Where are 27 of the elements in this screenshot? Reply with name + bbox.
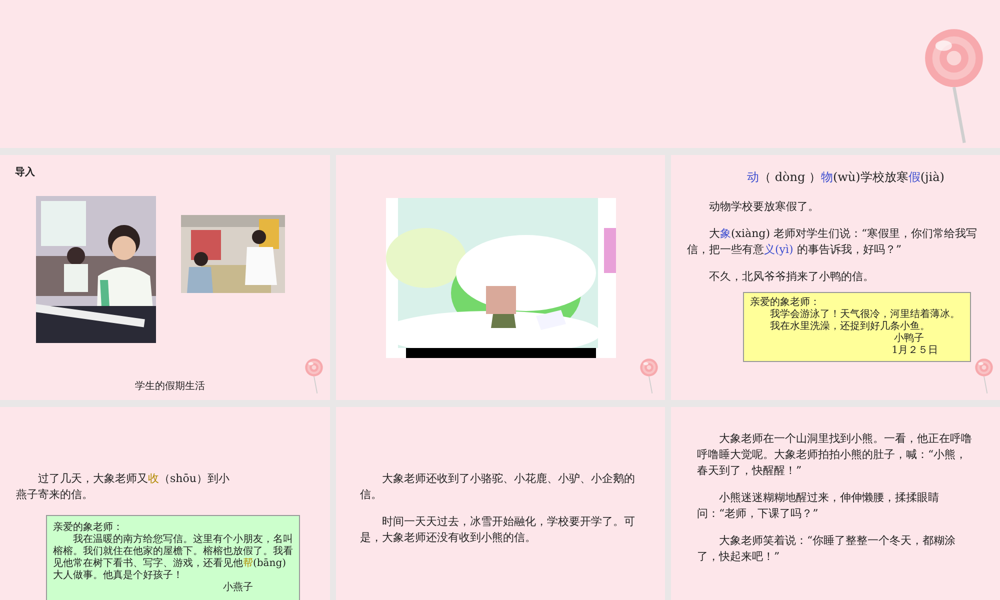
paragraph: 过了几天，大象老师又收（shōu）到小燕子寄来的信。 <box>16 471 230 503</box>
paragraph: 大象老师还收到了小骆驼、小花鹿、小驴、小企鹅的信。 <box>360 471 636 503</box>
paragraph: 大象老师笑着说：“你睡了整整一个冬天，都糊涂了，快起来吧！” <box>697 533 957 565</box>
paragraph: 小熊迷迷糊糊地醒过来，伸伸懒腰，揉揉眼睛问：“老师，下课了吗？” <box>697 490 940 522</box>
letter-greeting: 亲爱的象老师： <box>750 297 821 308</box>
paragraph: 时间一天天过去，冰雪开始融化，学校要开学了。可是，大象老师还没有收到小熊的信。 <box>360 514 636 546</box>
slide-thumbnail[interactable] <box>336 155 665 400</box>
letter-date: 1月２５日 <box>890 345 939 357</box>
slide-thumbnail[interactable] <box>0 0 1000 148</box>
paragraph: 动物学校要放寒假了。 <box>708 199 820 215</box>
letter-signature: 小鸭子 <box>893 333 925 345</box>
letter-text: 我学会游泳了！天气很冷，河里结着薄冰。 <box>769 309 961 320</box>
slide-thumbnail[interactable]: 过了几天，大象老师又收（shōu）到小燕子寄来的信。 亲爱的象老师： 我在温暖的南方给您写信。这里有个小朋友，名叫榕榕。我们就住在他家的屋檐下。榕榕也放假了。我看见他常在树下看书、写字、游戏，还看见他帮(bāng) 大人做事。他真是个好孩子！ 小燕子 <box>0 407 330 600</box>
slide-thumbnail[interactable]: 大象老师在一个山洞里找到小熊。一看，他正在呼噜呼噜睡大觉呢。大象老师拍拍小熊的肚子，喊：“小熊，春天到了，快醒醒！” 小熊迷迷糊糊地醒过来，伸伸懒腰，揉揉眼睛问：“老师，下课了吗？” 大象老师笑着说：“你睡了整整一个冬天，都糊涂了，快起来吧！” <box>671 407 1000 600</box>
letter-greeting: 亲爱的象老师： <box>53 522 124 534</box>
slide-heading: 导入 <box>15 166 36 179</box>
letter-text: 我在温暖的南方给您写信。这里有个小朋友，名叫榕榕。我们就住在他家的屋檐下。榕榕也放假了。我看见他常在树下看书、写字、游戏，还看见他帮(bāng) 大人做事。他真是个好孩子！ <box>53 534 293 582</box>
picture-caption: 学生的假期生活 <box>135 380 206 393</box>
paragraph: 大象老师在一个山洞里找到小熊。一看，他正在呼噜呼噜睡大觉呢。大象老师拍拍小熊的肚子，喊：“小熊，春天到了，快醒醒！” <box>697 431 972 479</box>
slide-thumbnail[interactable]: 动（ dòng ）物(wù)学校放寒假(jià) 动物学校要放寒假了。 大象(xiàng) 老师对学生们说：“寒假里，你们常给我写信，把一些有意义(yì) 的事告诉我，好吗？” 不久，北风爷爷捎来了小鸭的信。 亲爱的象老师： 我学会游泳了！天气很冷，河里结着薄冰。 我在水里洗澡，还捉到好几条小鱼。 小鸭子 1月２５日 <box>671 155 1000 400</box>
paragraph: 大象(xiàng) 老师对学生们说：“寒假里，你们常给我写信，把一些有意义(yì) 的事告诉我，好吗？” <box>687 226 978 258</box>
letter-text: 我在水里洗澡，还捉到好几条小鱼。 <box>769 321 931 332</box>
letter-signature: 小燕子 <box>222 582 254 594</box>
slide-title: 动（ dòng ）物(wù)学校放寒假(jià) <box>747 169 946 185</box>
slide-thumbnail[interactable]: 导入 学生的假期生活 <box>0 155 330 400</box>
paragraph: 不久，北风爷爷捎来了小鸭的信。 <box>708 269 875 285</box>
slide-thumbnail[interactable]: 大象老师还收到了小骆驼、小花鹿、小驴、小企鹅的信。 时间一天天过去，冰雪开始融化，学校要开学了。可是，大象老师还没有收到小熊的信。 <box>336 407 665 600</box>
